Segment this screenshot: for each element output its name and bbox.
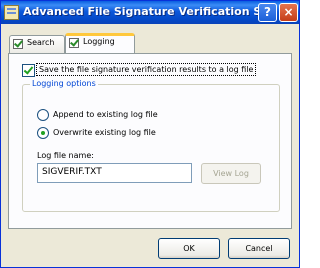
tab-logging-label: Logging [83,37,115,46]
ok-button[interactable]: OK [158,238,220,259]
group-title: Logging options [30,79,98,88]
help-button[interactable]: ? [258,3,277,22]
append-radio[interactable] [37,109,49,121]
window-title: Advanced File Signature Verification Set… [23,5,259,18]
tab-logging[interactable]: Logging [65,33,135,53]
close-button[interactable]: × [279,3,298,22]
logging-options-group: Logging options Append to existing log f… [22,79,280,212]
save-log-checkbox[interactable] [22,64,35,77]
save-log-label[interactable]: Save the file signature verification res… [36,63,257,76]
overwrite-radio[interactable] [37,127,49,139]
view-log-button[interactable]: View Log [201,163,261,184]
log-file-name-label: Log file name: [37,151,94,160]
title-bar[interactable]: Advanced File Signature Verification Set… [1,1,299,24]
append-radio-label[interactable]: Append to existing log file [53,110,158,119]
tab-search-label: Search [27,38,55,47]
cancel-button[interactable]: Cancel [228,238,290,259]
app-icon [4,5,19,20]
dialog-client-area: Search Logging Save the file signature v… [1,24,299,267]
checklist-icon [69,38,79,48]
dialog-window: Advanced File Signature Verification Set… [0,0,300,268]
tab-search[interactable]: Search [9,35,65,53]
tab-panel-logging: Save the file signature verification res… [8,53,292,229]
log-file-name-input[interactable]: SIGVERIF.TXT [37,163,192,183]
checklist-icon [13,39,23,49]
overwrite-radio-label[interactable]: Overwrite existing log file [53,128,156,137]
